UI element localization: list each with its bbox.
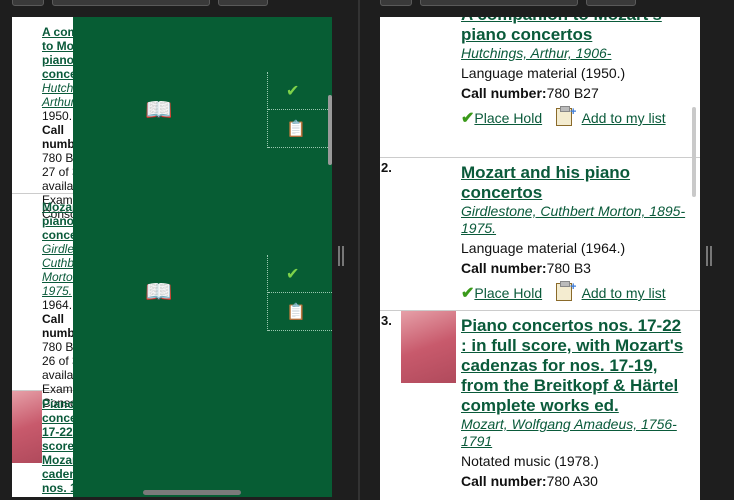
right-toolbar-button[interactable]	[380, 0, 412, 6]
record-title-link[interactable]: Piano concertos nos. 17-22 : in full sco…	[461, 316, 691, 416]
pane-divider[interactable]	[358, 0, 360, 500]
record-action-row: ✔Place Hold + Add to my list	[461, 281, 691, 305]
place-hold-action[interactable]: ✔	[268, 72, 332, 110]
cover-thumbnail[interactable]	[12, 391, 42, 463]
book-icon[interactable]: 📖	[145, 97, 172, 123]
horizontal-scrollbar[interactable]	[143, 490, 241, 495]
clipboard-plus-icon: 📋	[286, 304, 306, 321]
left-results-pane: A companion to Mozart's piano concertos …	[12, 17, 332, 497]
check-icon: ✔	[286, 266, 300, 283]
place-hold-link[interactable]: Place Hold	[474, 110, 542, 126]
vertical-scrollbar[interactable]	[692, 107, 696, 197]
check-icon: ✔	[286, 83, 300, 100]
add-to-list-action[interactable]: 📋	[268, 293, 332, 331]
record-format: Notated music (1978.)	[461, 453, 599, 469]
record-number: 2.	[381, 160, 392, 175]
call-number-value: 780 B27	[546, 85, 599, 101]
check-icon: ✔	[461, 110, 475, 127]
cover-thumbnail[interactable]	[401, 311, 456, 383]
place-hold-action[interactable]: ✔	[268, 255, 332, 293]
list-item: 2. Mozart and his piano concertos Girdle…	[380, 158, 700, 311]
resize-grip-right[interactable]	[706, 246, 712, 266]
record-body: Mozart and his piano concertos Girdlesto…	[461, 163, 691, 305]
list-item: A companion to Mozart's piano concertos …	[380, 17, 700, 158]
record-title-link[interactable]: Mozart and his piano concertos	[461, 163, 691, 203]
record-actions: ✔ 📋	[267, 255, 332, 331]
right-search-box[interactable]	[420, 0, 578, 6]
add-to-list-link[interactable]: Add to my list	[582, 110, 666, 126]
call-number-label: Call number:	[461, 260, 547, 276]
call-number: Call number:780 B27	[461, 85, 691, 102]
record-body: Piano concertos nos. 17-22 : in full sco…	[461, 316, 691, 490]
record-format: Language material (1950.)	[461, 65, 626, 81]
record-title-link[interactable]: A companion to Mozart's piano concertos	[461, 17, 691, 45]
list-item: 3. Piano concertos nos. 17-22 : in full …	[380, 311, 700, 500]
add-to-list-link[interactable]: Add to my list	[582, 285, 666, 301]
resize-grip-left[interactable]	[338, 246, 344, 266]
add-to-list-action[interactable]: 📋	[268, 110, 332, 148]
left-toolbar-button[interactable]	[12, 0, 44, 6]
record-author-link[interactable]: Mozart, Wolfgang Amadeus, 1756-1791	[461, 416, 691, 450]
vertical-scrollbar[interactable]	[328, 95, 332, 165]
call-number-value: 780 A30	[546, 473, 598, 489]
record-author-link[interactable]: Hutchings, Arthur, 1906-	[461, 45, 691, 62]
place-hold-link[interactable]: Place Hold	[474, 285, 542, 301]
left-search-box[interactable]	[52, 0, 210, 6]
record-actions: ✔ 📋	[267, 72, 332, 148]
green-overlay-panel: 📖 ✔ 📋 📖 ✔ 📋	[73, 17, 332, 497]
call-number-value: 780 B3	[546, 260, 591, 276]
record-format: Language material (1964.)	[461, 240, 626, 256]
record-body: A companion to Mozart's piano concertos …	[461, 17, 691, 130]
book-icon[interactable]: 📖	[145, 279, 172, 305]
record-action-row: ✔Place Hold + Add to my list	[461, 106, 691, 130]
right-results-pane: A companion to Mozart's piano concertos …	[380, 17, 700, 500]
call-number: Call number:780 A30	[461, 473, 691, 490]
left-go-button[interactable]	[218, 0, 268, 6]
right-go-button[interactable]	[586, 0, 636, 6]
record-format: 1964.	[42, 298, 73, 312]
record-format: 1950.	[42, 109, 73, 123]
call-number: Call number:780 B3	[461, 260, 691, 277]
record-number: 3.	[381, 313, 392, 328]
plus-icon: +	[570, 281, 577, 293]
record-author-link[interactable]: Girdlestone, Cuthbert Morton, 1895-1975.	[461, 203, 691, 237]
call-number-label: Call number:	[461, 85, 547, 101]
check-icon: ✔	[461, 285, 475, 302]
call-number-label: Call number:	[461, 473, 547, 489]
clipboard-plus-icon: 📋	[286, 121, 306, 138]
app-window: A companion to Mozart's piano concertos …	[0, 0, 734, 500]
plus-icon: +	[570, 106, 577, 118]
